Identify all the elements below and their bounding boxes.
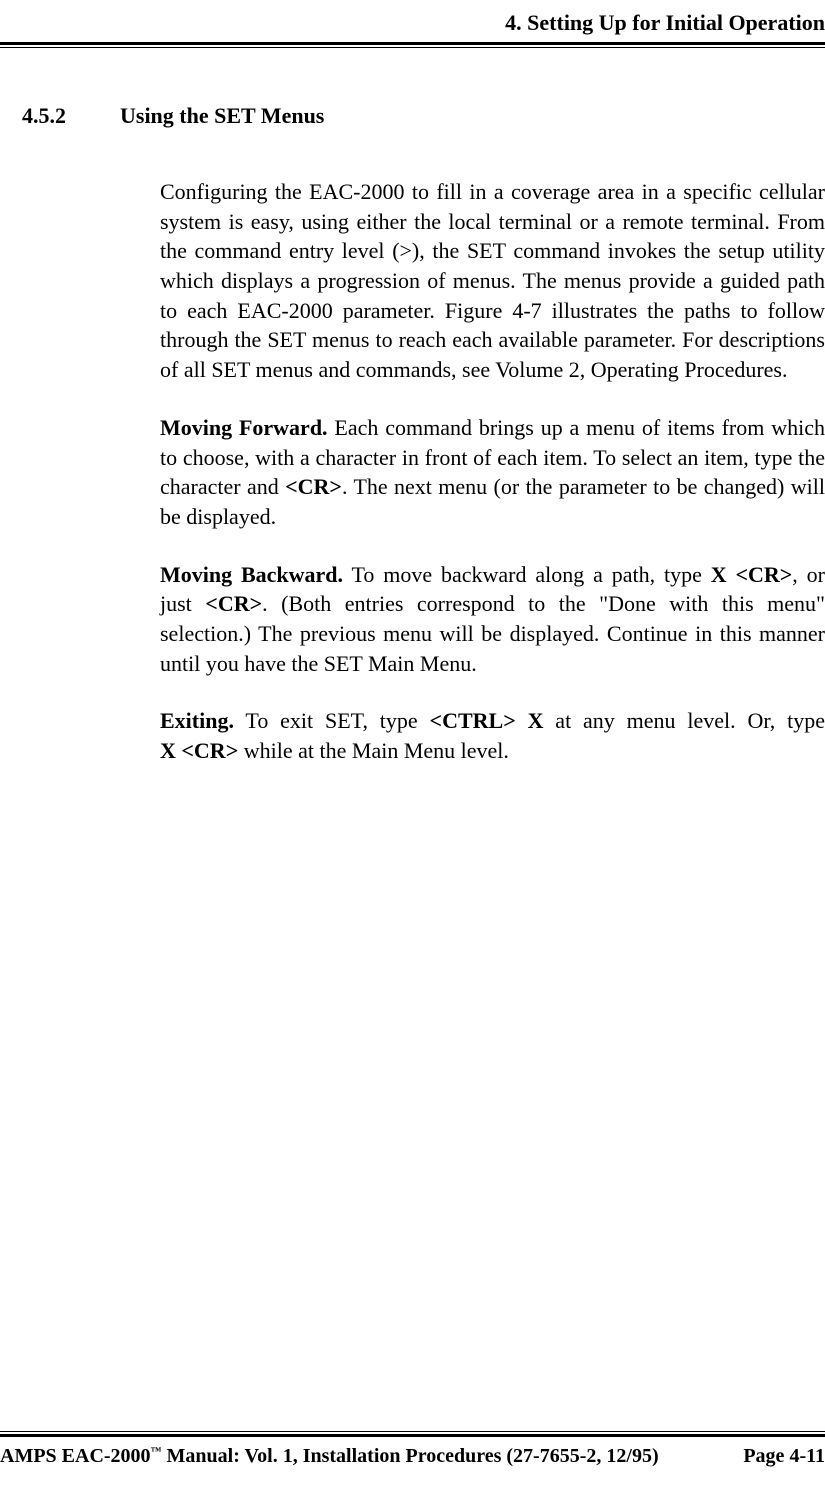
section-heading: 4.5.2 Using the SET Menus <box>0 103 825 129</box>
footer-text: AMPS EAC-2000™ Manual: Vol. 1, Installat… <box>0 1437 825 1468</box>
text-backward-1: To move backward along a path, type <box>343 562 711 587</box>
content-area: 4.5.2 Using the SET Menus Configuring th… <box>0 48 825 766</box>
body-column: Configuring the EAC-2000 to fill in a co… <box>0 177 825 766</box>
footer-product: AMPS EAC-2000 <box>0 1445 151 1467</box>
label-moving-forward: Moving Forward. <box>160 415 328 440</box>
section-number: 4.5.2 <box>0 103 120 129</box>
para-intro: Configuring the EAC-2000 to fill in a co… <box>160 177 825 385</box>
footer-left: AMPS EAC-2000™ Manual: Vol. 1, Installat… <box>0 1445 659 1468</box>
para-exiting: Exiting. To exit SET, type <CTRL> X at a… <box>160 706 825 765</box>
text-exiting-2: at any menu level. Or, type <box>543 708 825 733</box>
text-exiting-3: while at the Main Menu level. <box>238 738 509 763</box>
chapter-title: 4. Setting Up for Initial Operation <box>505 10 825 35</box>
running-header: 4. Setting Up for Initial Operation <box>0 0 825 42</box>
footer-manual: Manual: Vol. 1, Installation Procedures … <box>162 1445 659 1467</box>
label-moving-backward: Moving Backward. <box>160 562 343 587</box>
key-cr: <CR> <box>285 474 342 499</box>
key-ctrl-x: <CTRL> X <box>430 708 544 733</box>
key-x-cr: X <CR> <box>711 562 793 587</box>
para-moving-forward: Moving Forward. Each command brings up a… <box>160 413 825 532</box>
para-moving-backward: Moving Backward. To move backward along … <box>160 560 825 679</box>
footer: AMPS EAC-2000™ Manual: Vol. 1, Installat… <box>0 1431 825 1468</box>
text-exiting-1: To exit SET, type <box>234 708 430 733</box>
key-cr-2: <CR> <box>205 591 262 616</box>
footer-rule-thin <box>0 1431 825 1432</box>
section-title: Using the SET Menus <box>120 103 324 129</box>
key-x-cr-2: X <CR> <box>160 738 238 763</box>
tm-symbol: ™ <box>151 1445 162 1457</box>
footer-page: Page 4-11 <box>743 1445 825 1468</box>
header-rule-thick <box>0 42 825 45</box>
label-exiting: Exiting. <box>160 708 234 733</box>
